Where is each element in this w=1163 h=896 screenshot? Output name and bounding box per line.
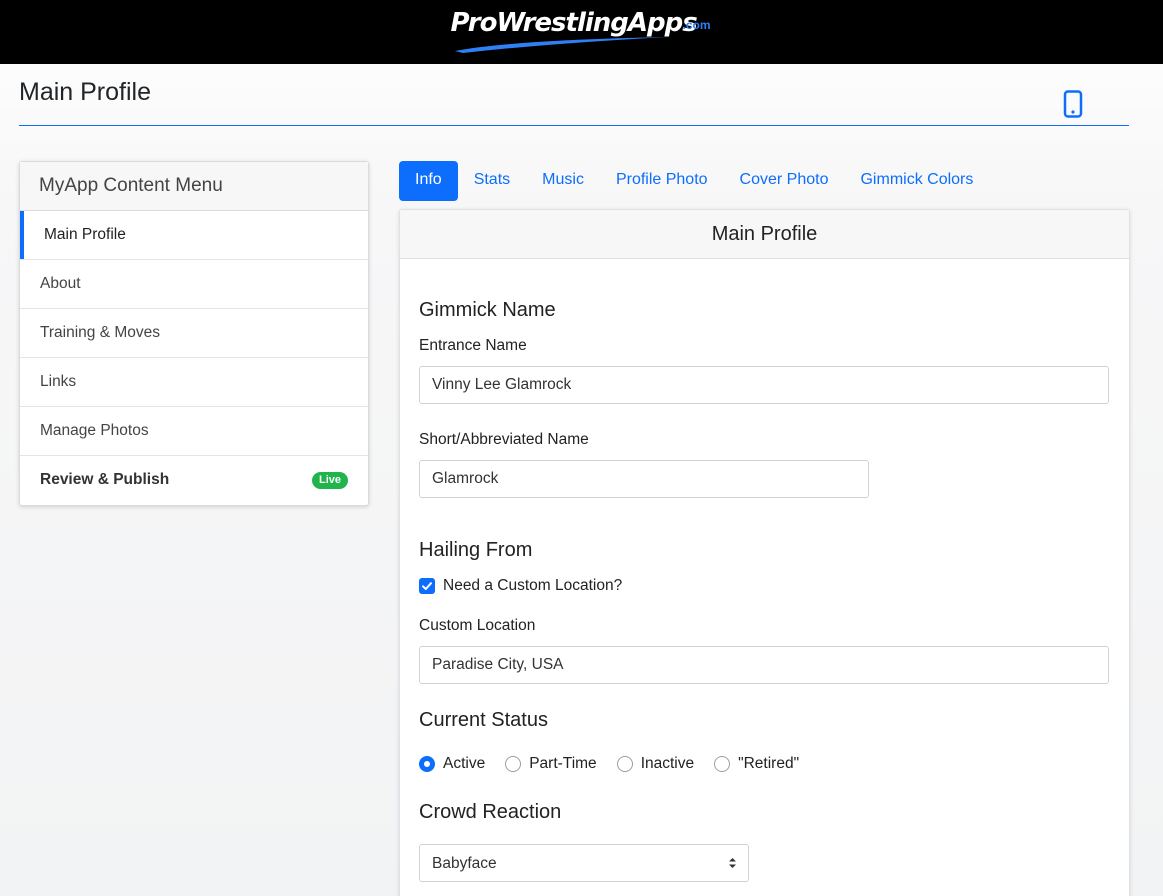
radio-label: Active xyxy=(443,755,486,772)
crowd-reaction-select[interactable]: Babyface xyxy=(419,844,749,882)
menu-item-label: Review & Publish xyxy=(40,471,170,488)
tab-info[interactable]: Info xyxy=(399,161,458,201)
radio-unselected-icon[interactable] xyxy=(616,756,633,772)
short-name-input[interactable] xyxy=(419,460,869,498)
radio-label: Part-Time xyxy=(529,755,597,772)
top-bar: ProWrestlingApps .com xyxy=(0,0,1163,64)
content-menu-header: MyApp Content Menu xyxy=(20,162,368,211)
radio-label: Inactive xyxy=(640,755,695,772)
radio-label: "Retired" xyxy=(738,755,800,772)
crowd-reaction-heading: Crowd Reaction xyxy=(419,801,562,823)
main-profile-card: Main Profile Gimmick Name Entrance Name … xyxy=(399,209,1130,896)
status-radio-inactive[interactable]: Inactive xyxy=(616,755,695,773)
entrance-name-input[interactable] xyxy=(419,366,1109,404)
content-menu: MyApp Content Menu Main Profile About Tr… xyxy=(19,161,369,506)
menu-item-review-publish[interactable]: Review & Publish Live xyxy=(20,456,368,505)
menu-item-label: Training & Moves xyxy=(40,324,161,341)
menu-item-label: Main Profile xyxy=(44,226,126,243)
menu-item-label: Links xyxy=(40,373,77,390)
status-radio-retired[interactable]: "Retired" xyxy=(714,755,799,773)
profile-tabs: Info Stats Music Profile Photo Cover Pho… xyxy=(399,161,989,201)
tab-cover-photo[interactable]: Cover Photo xyxy=(724,161,845,201)
title-divider xyxy=(19,125,1129,126)
status-radio-active[interactable]: Active xyxy=(419,755,485,773)
checkmark-icon xyxy=(422,582,432,590)
entrance-name-label: Entrance Name xyxy=(419,337,527,354)
menu-item-about[interactable]: About xyxy=(20,260,368,309)
select-arrows-icon xyxy=(729,858,736,868)
hailing-from-heading: Hailing From xyxy=(419,539,533,561)
custom-location-input[interactable] xyxy=(419,646,1109,684)
tab-profile-photo[interactable]: Profile Photo xyxy=(600,161,724,201)
logo-swoosh-icon xyxy=(454,37,669,53)
tab-stats[interactable]: Stats xyxy=(458,161,526,201)
short-name-label: Short/Abbreviated Name xyxy=(419,431,589,448)
menu-item-main-profile[interactable]: Main Profile xyxy=(20,211,368,260)
brand-suffix: .com xyxy=(682,18,711,32)
menu-item-label: Manage Photos xyxy=(40,422,149,439)
custom-location-checkbox-label: Need a Custom Location? xyxy=(443,577,623,594)
menu-item-links[interactable]: Links xyxy=(20,358,368,407)
radio-unselected-icon[interactable] xyxy=(505,756,522,772)
tab-gimmick-colors[interactable]: Gimmick Colors xyxy=(844,161,989,201)
current-status-heading: Current Status xyxy=(419,709,548,731)
menu-item-training-moves[interactable]: Training & Moves xyxy=(20,309,368,358)
menu-item-manage-photos[interactable]: Manage Photos xyxy=(20,407,368,456)
status-radio-group: Active Part-Time Inactive "Retired" xyxy=(419,755,819,773)
gimmick-name-heading: Gimmick Name xyxy=(419,299,556,321)
brand-logo[interactable]: ProWrestlingApps .com xyxy=(451,8,713,54)
page-title: Main Profile xyxy=(19,78,151,106)
custom-location-label: Custom Location xyxy=(419,617,536,634)
live-status-badge: Live xyxy=(311,472,348,489)
menu-item-label: About xyxy=(40,275,81,292)
tab-music[interactable]: Music xyxy=(526,161,600,201)
radio-selected-icon[interactable] xyxy=(419,756,435,772)
custom-location-checkbox[interactable] xyxy=(419,578,435,594)
status-radio-part-time[interactable]: Part-Time xyxy=(505,755,597,773)
crowd-reaction-value: Babyface xyxy=(432,855,497,872)
mobile-phone-icon[interactable] xyxy=(1063,90,1083,123)
custom-location-checkbox-row[interactable]: Need a Custom Location? xyxy=(419,577,622,595)
card-header: Main Profile xyxy=(400,210,1129,259)
radio-unselected-icon[interactable] xyxy=(714,756,731,772)
